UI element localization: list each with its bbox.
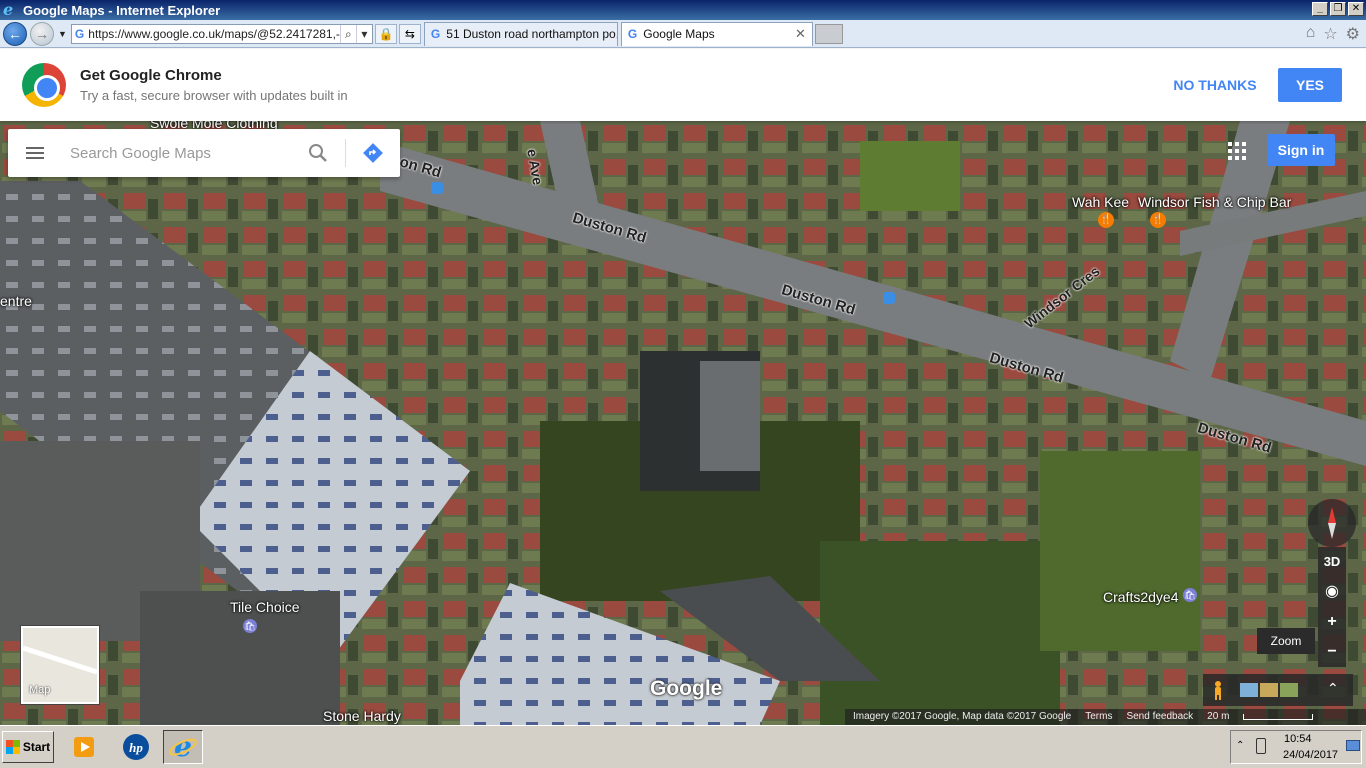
show-desktop-icon[interactable] (1346, 740, 1360, 751)
tab-label: 51 Duston road northampton po... (446, 27, 618, 41)
google-logo: Google (650, 677, 723, 700)
lock-icon[interactable]: 🔒 (374, 23, 397, 44)
compass-icon[interactable] (1308, 499, 1356, 547)
tools-gear-icon[interactable]: ⚙ (1346, 24, 1360, 44)
no-thanks-button[interactable]: NO THANKS (1166, 71, 1264, 99)
minimap-label: Map (29, 684, 51, 696)
clock-date[interactable]: 24/04/2017 (1283, 749, 1338, 761)
map-type-toggle[interactable]: Map (21, 626, 99, 704)
history-dropdown-icon[interactable]: ▼ (58, 29, 67, 39)
bus-stop-icon[interactable] (883, 292, 895, 304)
zoom-tooltip: Zoom (1257, 628, 1315, 654)
satellite-imagery (0, 121, 1366, 725)
forward-button[interactable]: → (30, 21, 54, 46)
place-label-crafts2dye4[interactable]: Crafts2dye4 (1103, 589, 1178, 605)
internet-explorer-taskbar-icon[interactable]: e (163, 730, 203, 764)
search-divider (345, 139, 346, 167)
my-location-icon[interactable]: ◉ (1318, 577, 1346, 607)
imagery-credit: Imagery ©2017 Google, Map data ©2017 Goo… (853, 711, 1072, 722)
imagery-thumbnail[interactable] (1240, 683, 1258, 697)
internet-explorer-icon: e (3, 0, 14, 19)
window-title: Google Maps - Internet Explorer (23, 2, 221, 18)
google-favicon-icon: G (627, 27, 638, 41)
map-controls: 3D ◉ + − (1318, 547, 1346, 667)
imagery-tray: ⌃ (1203, 674, 1353, 706)
imagery-thumbnails[interactable] (1240, 683, 1298, 697)
search-input[interactable] (70, 141, 300, 165)
place-label-stone-hardy[interactable]: Stone Hardy (323, 708, 401, 724)
google-favicon-icon: G (430, 27, 441, 41)
back-button[interactable]: ← (3, 21, 27, 46)
place-label-wah-kee[interactable]: Wah Kee (1072, 194, 1129, 210)
apps-grid-icon[interactable] (1228, 142, 1246, 160)
place-label-tile-choice[interactable]: Tile Choice (230, 599, 300, 615)
address-url[interactable]: https://www.google.co.uk/maps/@52.241728… (88, 27, 340, 41)
restaurant-marker-icon[interactable]: 🍴 (1098, 212, 1114, 228)
windows-taskbar: Start hp e ⌃ 10:54 24/04/2017 (0, 725, 1366, 768)
svg-text:e: e (174, 732, 192, 762)
search-icon[interactable] (308, 143, 328, 163)
chrome-logo-icon (22, 63, 66, 107)
directions-icon[interactable] (362, 142, 384, 164)
satellite-map[interactable]: Swole Mole Clothing Wah Kee Windsor Fish… (0, 121, 1366, 725)
new-tab-button[interactable] (814, 23, 843, 44)
close-tab-icon[interactable]: ✕ (789, 26, 806, 42)
expand-up-icon[interactable]: ⌃ (1327, 680, 1339, 697)
restore-button[interactable]: ❐ (1330, 2, 1346, 16)
google-favicon-icon: G (74, 26, 85, 41)
place-label-windsor-fish[interactable]: Windsor Fish & Chip Bar (1138, 194, 1291, 210)
scale-label[interactable]: 20 m (1207, 709, 1229, 725)
3d-toggle-button[interactable]: 3D (1318, 547, 1346, 577)
pegman-icon[interactable] (1212, 680, 1224, 700)
start-button[interactable]: Start (2, 731, 54, 763)
zoom-out-button[interactable]: − (1318, 637, 1346, 667)
minimize-button[interactable]: _ (1312, 2, 1328, 16)
svg-text:hp: hp (129, 740, 143, 755)
shopping-marker-icon[interactable]: 🛍 (1183, 588, 1197, 602)
search-box (8, 129, 400, 177)
imagery-thumbnail[interactable] (1260, 683, 1278, 697)
yes-button[interactable]: YES (1278, 68, 1342, 102)
place-label-centre[interactable]: entre (0, 293, 32, 309)
media-player-icon[interactable] (64, 730, 104, 764)
show-hidden-icons-icon[interactable]: ⌃ (1236, 740, 1244, 751)
search-icon[interactable]: ⌕ (339, 24, 356, 43)
menu-icon[interactable] (26, 147, 44, 159)
window-titlebar: e Google Maps - Internet Explorer _ ❐ ✕ (0, 0, 1366, 20)
address-dropdown-icon[interactable]: ▾ (355, 24, 372, 43)
tab-google-maps[interactable]: G Google Maps ✕ (620, 21, 813, 46)
banner-subtitle: Try a fast, secure browser with updates … (80, 88, 348, 103)
tab-label: Google Maps (643, 27, 715, 41)
shopping-marker-icon[interactable]: 🛍 (243, 619, 257, 633)
bus-stop-icon[interactable] (431, 182, 443, 194)
banner-title: Get Google Chrome (80, 67, 222, 84)
hp-icon[interactable]: hp (116, 730, 156, 764)
imagery-thumbnail[interactable] (1280, 683, 1298, 697)
refresh-icon[interactable]: ⇆ (398, 23, 421, 44)
close-window-button[interactable]: ✕ (1348, 2, 1364, 16)
battery-icon[interactable] (1256, 738, 1266, 754)
map-attribution: Imagery ©2017 Google, Map data ©2017 Goo… (845, 709, 1366, 725)
restaurant-marker-icon[interactable]: 🍴 (1150, 212, 1166, 228)
terms-link[interactable]: Terms (1085, 709, 1112, 725)
sign-in-button[interactable]: Sign in (1267, 134, 1335, 166)
tab-duston-road[interactable]: G 51 Duston road northampton po... (423, 21, 618, 46)
windows-logo-icon (5, 740, 20, 754)
start-label: Start (22, 740, 51, 754)
browser-navbar: ← → ▼ G https://www.google.co.uk/maps/@5… (0, 20, 1366, 48)
clock-time[interactable]: 10:54 (1284, 733, 1312, 745)
send-feedback-link[interactable]: Send feedback (1126, 709, 1193, 725)
favorites-star-icon[interactable]: ☆ (1323, 24, 1337, 44)
scale-bar (1243, 714, 1314, 720)
chrome-promo-banner: Get Google Chrome Try a fast, secure bro… (0, 49, 1366, 121)
home-icon[interactable]: ⌂ (1306, 24, 1316, 44)
address-bar[interactable]: G https://www.google.co.uk/maps/@52.2417… (70, 23, 373, 44)
zoom-in-button[interactable]: + (1318, 607, 1346, 637)
